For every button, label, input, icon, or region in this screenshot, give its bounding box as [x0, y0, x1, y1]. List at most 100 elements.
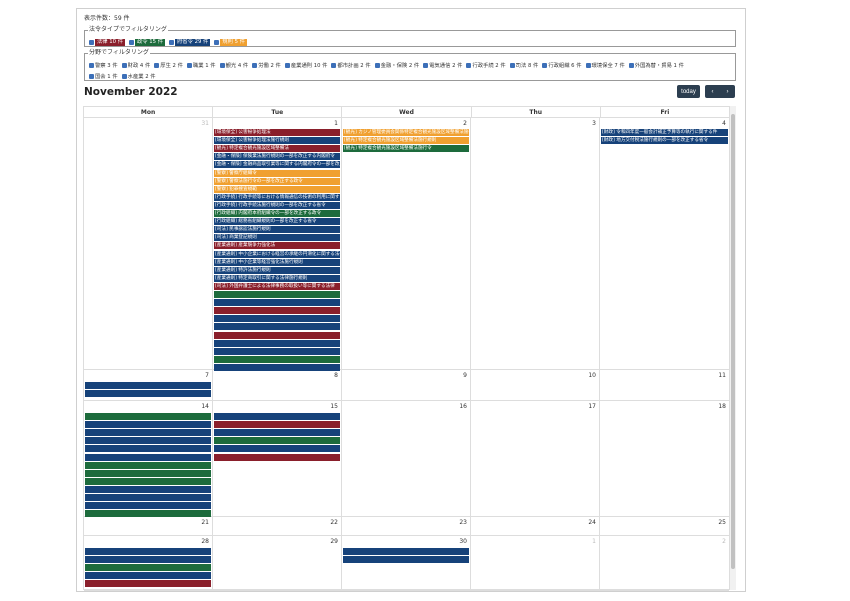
- category-filter-option[interactable]: 労働 2 件: [252, 61, 281, 69]
- calendar-event[interactable]: [観光] 特定複合観光施設区域整備法施行令: [343, 145, 469, 153]
- calendar-event[interactable]: [85, 494, 211, 501]
- day-cell[interactable]: 22: [213, 517, 342, 535]
- category-filter-option[interactable]: 財政 4 件: [121, 61, 150, 69]
- day-cell[interactable]: 1 [環境保全] 公害紛争処理法 [環境保全] 公害紛争処理法施行規則 [観光] 特定…: [213, 118, 342, 371]
- today-button[interactable]: today: [677, 85, 700, 98]
- calendar-event[interactable]: [産業通則] 特定商取引に関する法律施行規則: [214, 274, 340, 282]
- day-cell[interactable]: 14: [84, 401, 213, 518]
- calendar-event[interactable]: [85, 556, 211, 564]
- calendar-event[interactable]: [214, 429, 340, 437]
- calendar-event[interactable]: [産業通則] 中小企業等経営強化法施行規則: [214, 258, 340, 266]
- day-cell[interactable]: 16: [342, 401, 471, 516]
- calendar-event[interactable]: [金融・保険] 金融商品取引業等に関する内閣府令の一部を改正する内閣府令: [214, 161, 340, 169]
- category-filter-option[interactable]: 職業 1 件: [186, 61, 216, 69]
- day-cell[interactable]: 3: [471, 118, 600, 369]
- calendar-event[interactable]: [85, 469, 211, 477]
- calendar-event[interactable]: [85, 413, 211, 420]
- calendar-scrollbar[interactable]: [730, 106, 736, 590]
- checkbox-icon[interactable]: [542, 62, 548, 68]
- calendar-event[interactable]: [85, 572, 211, 580]
- category-filter-option[interactable]: 環境保全 7 件: [585, 61, 625, 69]
- calendar-event[interactable]: [214, 355, 340, 363]
- day-cell[interactable]: 15: [213, 401, 342, 516]
- checkbox-icon[interactable]: [121, 62, 127, 68]
- calendar-event[interactable]: [214, 315, 340, 323]
- calendar-event[interactable]: [財政] 地方交付税法施行規則の一部を改正する省令: [601, 137, 728, 145]
- checkbox-icon[interactable]: [89, 73, 94, 79]
- checkbox-icon[interactable]: [284, 62, 290, 68]
- checkbox-icon[interactable]: [628, 62, 634, 68]
- calendar-event[interactable]: [85, 390, 211, 398]
- day-cell[interactable]: 17: [471, 401, 600, 516]
- category-filter-option[interactable]: 金融・保険 2 件: [374, 61, 419, 69]
- category-filter-option[interactable]: 行政手続 2 件: [466, 61, 506, 69]
- calendar-event[interactable]: [85, 429, 211, 437]
- calendar-event[interactable]: [観光] 特定複合観光施設区域整備法: [214, 145, 340, 153]
- day-cell[interactable]: 4 [財政] 令和四年度一般会計補正予算等の執行に関する件 [財政] 地方交付税法施…: [600, 118, 729, 369]
- category-filter-option[interactable]: 行政組織 6 件: [542, 61, 582, 69]
- day-cell[interactable]: 1: [471, 536, 600, 590]
- calendar-event[interactable]: [観光] カジノ管理委員会関係特定複合観光施設区域整備法施行規則: [343, 129, 469, 136]
- day-cell[interactable]: 11: [600, 370, 729, 400]
- calendar-event[interactable]: [343, 548, 469, 555]
- day-cell[interactable]: 29: [213, 536, 342, 590]
- checkbox-icon[interactable]: [89, 40, 94, 45]
- calendar-event[interactable]: [85, 461, 211, 469]
- calendar-event[interactable]: [司法] 外国弁護士による法律事務の取扱い等に関する法律: [214, 282, 340, 290]
- calendar-event[interactable]: [214, 413, 340, 420]
- category-filter-option[interactable]: 水産業 2 件: [121, 72, 156, 80]
- calendar-event[interactable]: [85, 485, 211, 493]
- calendar-event[interactable]: [85, 564, 211, 572]
- prev-month-button[interactable]: ‹: [705, 85, 720, 98]
- category-filter-option[interactable]: 観光 4 件: [219, 61, 248, 69]
- checkbox-icon[interactable]: [466, 62, 472, 68]
- checkbox-icon[interactable]: [585, 62, 591, 68]
- calendar-event[interactable]: [行政組織] 総務省組織規則の一部を改正する省令: [214, 218, 340, 226]
- day-cell[interactable]: 9: [342, 370, 471, 400]
- calendar-event[interactable]: [警察] 犯罪捜査規範: [214, 185, 340, 193]
- day-cell[interactable]: 2 [観光] カジノ管理委員会関係特定複合観光施設区域整備法施行規則 [観光] 特定…: [342, 118, 471, 369]
- calendar-event[interactable]: [行政手続] 行政手続等における情報通信の技術の利用に関する法律: [214, 193, 340, 201]
- calendar-event[interactable]: [財政] 令和四年度一般会計補正予算等の執行に関する件: [601, 129, 728, 136]
- category-filter-option[interactable]: 厚生 2 件: [154, 61, 183, 69]
- checkbox-icon[interactable]: [89, 62, 94, 68]
- calendar-event[interactable]: [85, 445, 211, 453]
- calendar-event[interactable]: [214, 437, 340, 445]
- checkbox-icon[interactable]: [252, 62, 258, 68]
- category-filter-option[interactable]: 都市計画 2 件: [331, 61, 371, 69]
- scrollbar-thumb[interactable]: [731, 114, 735, 569]
- calendar-event[interactable]: [214, 453, 340, 461]
- day-cell[interactable]: 25: [600, 517, 729, 535]
- category-filter-option[interactable]: 司法 8 件: [509, 61, 538, 69]
- category-filter-option[interactable]: 警察 3 件: [89, 61, 118, 69]
- day-cell[interactable]: 31: [84, 118, 213, 369]
- checkbox-icon[interactable]: [154, 62, 160, 68]
- calendar-event[interactable]: [観光] 特定複合観光施設区域整備法施行規則: [343, 137, 469, 145]
- day-cell[interactable]: 24: [471, 517, 600, 535]
- day-cell[interactable]: 8: [213, 370, 342, 400]
- type-filter-option[interactable]: 法律 10 件: [89, 39, 125, 46]
- calendar-event[interactable]: [214, 291, 340, 298]
- calendar-event[interactable]: [産業通則] 特許法施行規則: [214, 266, 340, 274]
- day-cell[interactable]: 23: [342, 517, 471, 535]
- checkbox-icon[interactable]: [331, 62, 337, 68]
- category-filter-option[interactable]: 国会 1 件: [89, 72, 118, 80]
- checkbox-icon[interactable]: [129, 40, 134, 45]
- calendar-event[interactable]: [214, 299, 340, 307]
- calendar-event[interactable]: [行政手続] 行政手続法施行規則の一部を改正する省令: [214, 201, 340, 209]
- checkbox-icon[interactable]: [219, 62, 225, 68]
- checkbox-icon[interactable]: [121, 73, 127, 79]
- day-cell[interactable]: 28: [84, 536, 213, 590]
- calendar-event[interactable]: [85, 382, 211, 389]
- calendar-event[interactable]: [214, 307, 340, 315]
- type-filter-option[interactable]: 規則 5 件: [214, 39, 247, 46]
- day-cell[interactable]: 18: [600, 401, 729, 516]
- calendar-event[interactable]: [214, 421, 340, 429]
- calendar-event[interactable]: [214, 331, 340, 339]
- day-cell[interactable]: 7: [84, 370, 213, 400]
- category-filter-option[interactable]: 電気通信 2 件: [423, 61, 462, 69]
- calendar-event[interactable]: [85, 502, 211, 510]
- calendar-event[interactable]: [警察] 警察法施行令の一部を改正する政令: [214, 177, 340, 185]
- category-filter-option[interactable]: 外国為替・貿易 1 件: [628, 61, 684, 69]
- calendar-event[interactable]: [214, 347, 340, 355]
